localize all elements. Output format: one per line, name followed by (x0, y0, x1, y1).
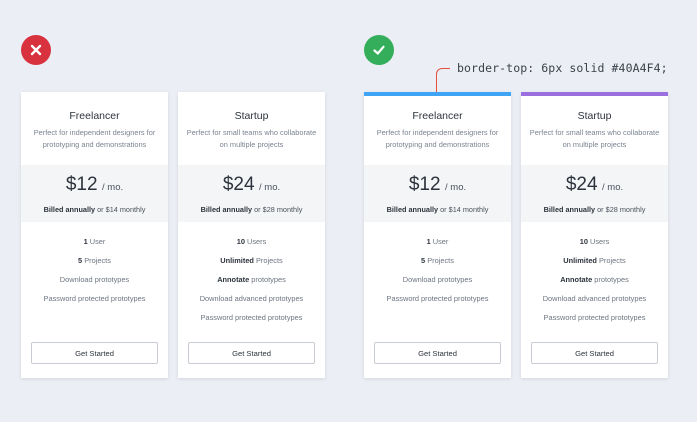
checkmark-icon (373, 45, 385, 55)
feature-list: 10 Users Unlimited Projects Annotate pro… (178, 237, 325, 332)
price-box: $12 / mo. Billed annually or $14 monthly (364, 165, 511, 222)
pricing-card-startup: Startup Perfect for small teams who coll… (178, 92, 325, 378)
billing-note: Billed annually or $28 monthly (200, 205, 303, 214)
feature-item: Password protected prototypes (200, 313, 303, 322)
feature-item: Download prototypes (402, 275, 473, 284)
price-unit: / mo. (602, 182, 624, 193)
price-amount: $24 (222, 174, 255, 195)
plan-description: Perfect for independent designers for pro… (33, 128, 156, 149)
correct-badge-icon (364, 35, 394, 65)
feature-item: 10 Users (236, 237, 267, 246)
plan-description: Perfect for small teams who collaborate o… (186, 128, 317, 149)
get-started-button[interactable]: Get Started (31, 342, 158, 364)
feature-item: Password protected prototypes (543, 313, 646, 322)
get-started-button[interactable]: Get Started (374, 342, 501, 364)
pricing-card-freelancer: Freelancer Perfect for independent desig… (21, 92, 168, 378)
feature-list: 1 User 5 Projects Download prototypes Pa… (364, 237, 511, 313)
price-unit: / mo. (102, 182, 124, 193)
price-box: $24 / mo. Billed annually or $28 monthly (178, 165, 325, 222)
plan-name: Startup (234, 110, 269, 122)
get-started-button[interactable]: Get Started (531, 342, 658, 364)
feature-item: Password protected prototypes (386, 294, 489, 303)
feature-item: 1 User (83, 237, 106, 246)
feature-item: Annotate prototypes (217, 275, 286, 284)
price-amount: $12 (408, 174, 441, 195)
plan-name: Freelancer (69, 110, 120, 122)
feature-list: 10 Users Unlimited Projects Annotate pro… (521, 237, 668, 332)
plan-name: Freelancer (412, 110, 463, 122)
incorrect-badge-icon (21, 35, 51, 65)
price-amount: $24 (565, 174, 598, 195)
price-unit: / mo. (259, 182, 281, 193)
annotation-connector (436, 68, 450, 95)
feature-item: 5 Projects (78, 256, 111, 265)
feature-item: 1 User (426, 237, 449, 246)
feature-item: 10 Users (579, 237, 610, 246)
feature-item: Download prototypes (59, 275, 130, 284)
price-box: $24 / mo. Billed annually or $28 monthly (521, 165, 668, 222)
plan-description: Perfect for small teams who collaborate o… (529, 128, 660, 149)
pricing-card-startup-bordered: Startup Perfect for small teams who coll… (521, 92, 668, 378)
feature-item: Unlimited Projects (220, 256, 283, 265)
cross-icon (30, 44, 42, 56)
pricing-card-freelancer-bordered: Freelancer Perfect for independent desig… (364, 92, 511, 378)
feature-item: Password protected prototypes (43, 294, 146, 303)
feature-item: Annotate prototypes (560, 275, 629, 284)
billing-note: Billed annually or $14 monthly (386, 205, 489, 214)
plan-name: Startup (577, 110, 612, 122)
get-started-button[interactable]: Get Started (188, 342, 315, 364)
price-box: $12 / mo. Billed annually or $14 monthly (21, 165, 168, 222)
feature-item: Download advanced prototypes (542, 294, 647, 303)
plan-description: Perfect for independent designers for pro… (376, 128, 499, 149)
feature-item: 5 Projects (421, 256, 454, 265)
css-annotation: border-top: 6px solid #40A4F4; (457, 61, 668, 75)
price-unit: / mo. (445, 182, 467, 193)
feature-item: Download advanced prototypes (199, 294, 304, 303)
feature-item: Unlimited Projects (563, 256, 626, 265)
billing-note: Billed annually or $28 monthly (543, 205, 646, 214)
price-amount: $12 (65, 174, 98, 195)
feature-list: 1 User 5 Projects Download prototypes Pa… (21, 237, 168, 313)
billing-note: Billed annually or $14 monthly (43, 205, 146, 214)
